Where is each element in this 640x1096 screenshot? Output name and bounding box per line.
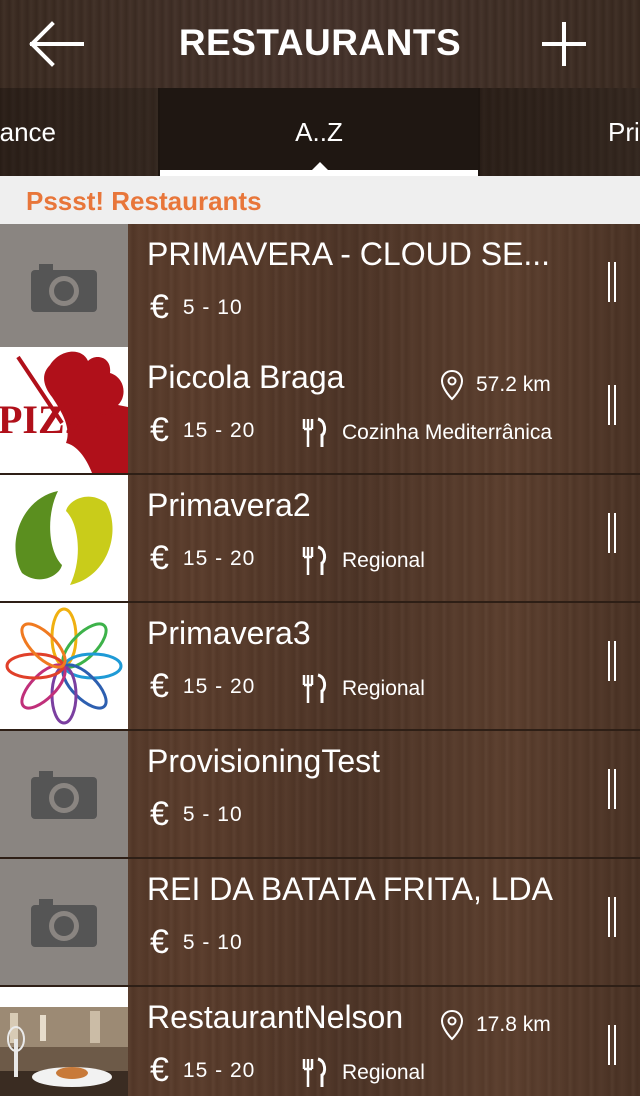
plus-icon: [542, 22, 586, 66]
restaurant-thumbnail: [0, 224, 128, 350]
price-range: 15 - 20: [182, 1058, 256, 1082]
reorder-handle[interactable]: [608, 641, 616, 681]
restaurant-name: Piccola Braga: [147, 359, 345, 395]
fork-knife-icon: [302, 545, 327, 575]
fork-knife-icon: [302, 673, 327, 703]
cuisine-info: Regional: [302, 1057, 425, 1089]
restaurant-row[interactable]: Primavera2 € 15 - 20 Regional: [0, 475, 640, 603]
reorder-handle[interactable]: [608, 769, 616, 809]
reorder-handle[interactable]: [608, 262, 616, 302]
distance-value: 17.8 km: [476, 1013, 551, 1036]
restaurant-photo: [0, 1007, 128, 1096]
restaurant-name: PRIMAVERA - CLOUD SE...: [147, 236, 551, 272]
top-bar: RESTAURANTS: [0, 0, 640, 88]
euro-icon: €: [150, 539, 169, 577]
restaurant-name: RestaurantNelson: [147, 999, 404, 1035]
restaurant-row[interactable]: RestaurantNelson 17.8 km € 15 - 20 Regio…: [0, 987, 640, 1096]
price-range: 5 - 10: [182, 930, 243, 954]
restaurant-thumbnail: [0, 987, 128, 1096]
price-range: 15 - 20: [182, 418, 256, 442]
price-range: 5 - 10: [182, 295, 243, 319]
price-range: 15 - 20: [182, 674, 256, 698]
page-title: RESTAURANTS: [178, 22, 462, 63]
price-info: € 5 - 10: [150, 288, 243, 327]
reorder-handle[interactable]: [608, 897, 616, 937]
fork-knife-icon: [302, 417, 327, 447]
reorder-handle[interactable]: [608, 513, 616, 553]
euro-icon: €: [150, 923, 169, 961]
euro-icon: €: [150, 288, 169, 326]
restaurant-list[interactable]: PRIMAVERA - CLOUD SE... € 5 - 10 PIZZA P…: [0, 224, 640, 1096]
tab-distance[interactable]: ance: [0, 88, 158, 176]
price-info: € 15 - 20: [150, 667, 255, 706]
location-pin-icon: [440, 1009, 464, 1041]
pizza-logo: PIZZA: [0, 351, 128, 473]
location-pin-icon: [440, 369, 464, 401]
euro-icon: €: [150, 667, 169, 705]
restaurant-name: Primavera3: [147, 615, 311, 651]
price-info: € 15 - 20: [150, 1051, 255, 1090]
euro-icon: €: [150, 795, 169, 833]
cuisine-label: Cozinha Mediterrânica: [342, 421, 553, 444]
restaurant-thumbnail: PIZZA: [0, 347, 128, 473]
section-header: Pssst! Restaurants: [0, 176, 640, 224]
flower-logo: [5, 607, 123, 725]
distance-info: 17.8 km: [440, 1009, 551, 1041]
price-range: 5 - 10: [182, 802, 243, 826]
camera-icon: [31, 771, 97, 819]
restaurant-row[interactable]: REI DA BATATA FRITA, LDA € 5 - 10: [0, 859, 640, 987]
cuisine-info: Cozinha Mediterrânica: [302, 417, 552, 449]
camera-icon: [31, 899, 97, 947]
restaurant-row[interactable]: Primavera3 € 15 - 20 Regional: [0, 603, 640, 731]
tab-label: ance: [0, 116, 56, 147]
reorder-handle[interactable]: [608, 1025, 616, 1065]
cuisine-info: Regional: [302, 545, 425, 577]
price-info: € 15 - 20: [150, 539, 255, 578]
add-restaurant-button[interactable]: [538, 18, 590, 70]
restaurant-thumbnail: [0, 475, 128, 601]
distance-value: 57.2 km: [476, 373, 551, 396]
arrow-left-icon: [29, 21, 84, 67]
restaurant-thumbnail: [0, 731, 128, 857]
cuisine-label: Regional: [342, 677, 425, 700]
restaurant-name: Primavera2: [147, 487, 311, 523]
back-button[interactable]: [28, 20, 88, 68]
restaurant-name: REI DA BATATA FRITA, LDA: [147, 871, 553, 907]
price-info: € 5 - 10: [150, 795, 243, 834]
active-tab-caret: [310, 162, 330, 172]
price-info: € 15 - 20: [150, 411, 255, 450]
fork-knife-icon: [302, 1057, 327, 1087]
leaf-logo: [15, 491, 113, 585]
tab-price[interactable]: Pri: [480, 88, 640, 176]
tab-label: A..Z: [295, 116, 343, 147]
restaurant-row[interactable]: PRIMAVERA - CLOUD SE... € 5 - 10: [0, 224, 640, 352]
cuisine-info: Regional: [302, 673, 425, 705]
restaurant-thumbnail: [0, 859, 128, 985]
cuisine-label: Regional: [342, 1061, 425, 1084]
euro-icon: €: [150, 411, 169, 449]
camera-icon: [31, 264, 97, 312]
restaurant-row[interactable]: ProvisioningTest € 5 - 10: [0, 731, 640, 859]
restaurant-row[interactable]: PIZZA Piccola Braga 57.2 km € 15 - 20 Co…: [0, 347, 640, 475]
cuisine-label: Regional: [342, 549, 425, 572]
price-range: 15 - 20: [182, 546, 256, 570]
distance-info: 57.2 km: [440, 369, 551, 401]
price-info: € 5 - 10: [150, 923, 243, 962]
reorder-handle[interactable]: [608, 385, 616, 425]
euro-icon: €: [150, 1051, 169, 1089]
restaurant-thumbnail: [0, 603, 128, 729]
svg-text:PIZZA: PIZZA: [0, 397, 120, 442]
tab-label: Pri: [608, 116, 640, 147]
restaurant-name: ProvisioningTest: [147, 743, 380, 779]
